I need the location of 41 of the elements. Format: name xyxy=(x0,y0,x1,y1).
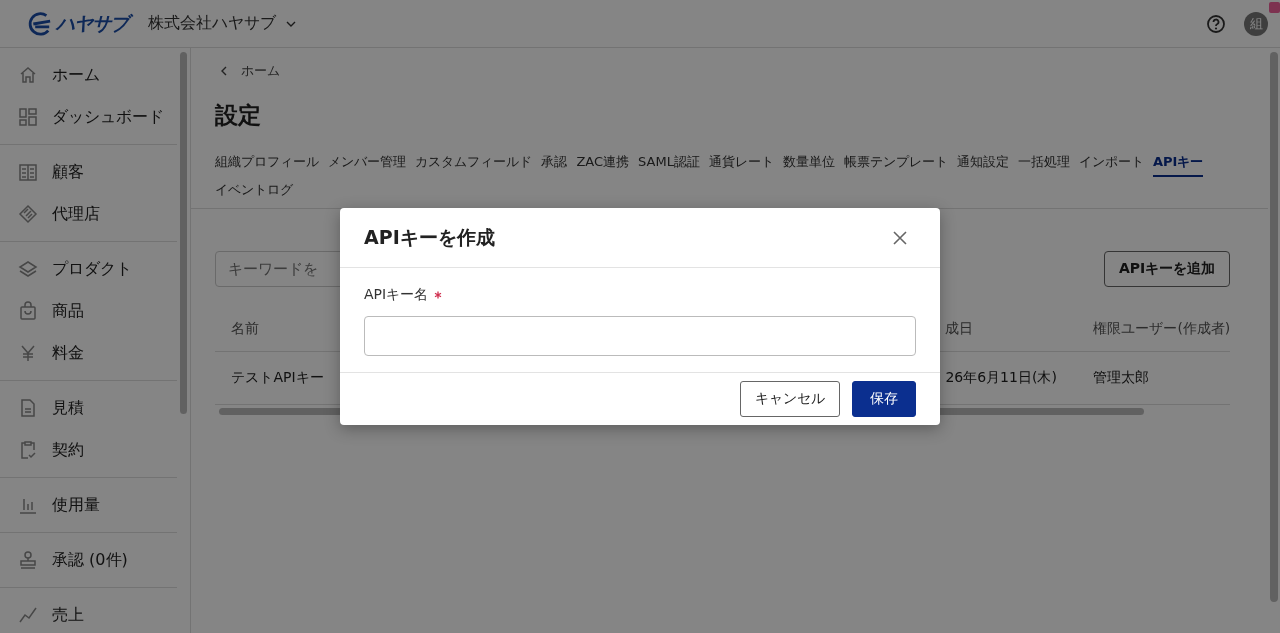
column-header: 成日 xyxy=(944,320,975,338)
settings-tab[interactable]: インポート xyxy=(1078,152,1144,177)
settings-tab[interactable]: カスタムフィールド xyxy=(415,152,533,177)
sidebar-item[interactable]: プロダクト xyxy=(0,248,177,290)
field-label: APIキー名 xyxy=(364,286,429,304)
breadcrumb-link[interactable]: ホーム xyxy=(241,62,281,80)
settings-tab[interactable]: イベントログ xyxy=(215,180,294,205)
table-cell-text: 管理太郎 xyxy=(1092,369,1151,387)
sidebar-item[interactable]: 料金 xyxy=(0,332,177,374)
sidebar-item[interactable]: 契約 xyxy=(0,429,177,471)
settings-tab[interactable]: 帳票テンプレート xyxy=(843,152,948,177)
page-title: 設定 xyxy=(215,101,263,130)
settings-tab[interactable]: 通貨レート xyxy=(708,152,774,177)
settings-tab[interactable]: 組織プロフィール xyxy=(215,152,320,177)
sidebar-item[interactable]: 代理店 xyxy=(0,193,177,235)
settings-tab[interactable]: 数量単位 xyxy=(782,152,835,177)
sidebar-item[interactable]: ホーム xyxy=(0,54,177,96)
table-cell-text: テストAPIキー xyxy=(230,369,325,387)
settings-tab[interactable]: SAML認証 xyxy=(638,152,700,177)
sidebar-item[interactable]: 売上 xyxy=(0,594,177,633)
dialog-title: APIキーを作成 xyxy=(364,224,495,250)
sidebar-item[interactable]: 見積 xyxy=(0,387,177,429)
cancel-button[interactable]: キャンセル xyxy=(740,381,840,417)
logo-text: ハヤサブ xyxy=(54,10,132,37)
add-api-key-button[interactable]: APIキーを追加 xyxy=(1104,251,1231,287)
sidebar-item[interactable]: 顧客 xyxy=(0,151,177,193)
column-header: 権限ユーザー(作成者) xyxy=(1092,320,1231,338)
sidebar-item[interactable]: 商品 xyxy=(0,290,177,332)
sidebar-item[interactable]: ダッシュボード xyxy=(0,96,177,138)
sidebar-item[interactable]: 承認 (0件) xyxy=(0,539,177,581)
table-cell-text: 26年6月11日(木) xyxy=(944,369,1058,387)
avatar[interactable]: 組 xyxy=(1244,11,1268,36)
settings-tab[interactable]: メンバー管理 xyxy=(328,152,407,177)
settings-tab[interactable]: APIキー xyxy=(1152,152,1204,177)
settings-tab[interactable]: 通知設定 xyxy=(956,152,1009,177)
save-button[interactable]: 保存 xyxy=(852,381,916,417)
column-header: 名前 xyxy=(230,320,261,338)
sidebar-item[interactable]: 使用量 xyxy=(0,484,177,526)
settings-tab[interactable]: 承認 xyxy=(541,152,568,177)
company-selector[interactable]: 株式会社ハヤサブ xyxy=(148,13,296,34)
settings-tab[interactable]: ZAC連携 xyxy=(576,152,630,177)
